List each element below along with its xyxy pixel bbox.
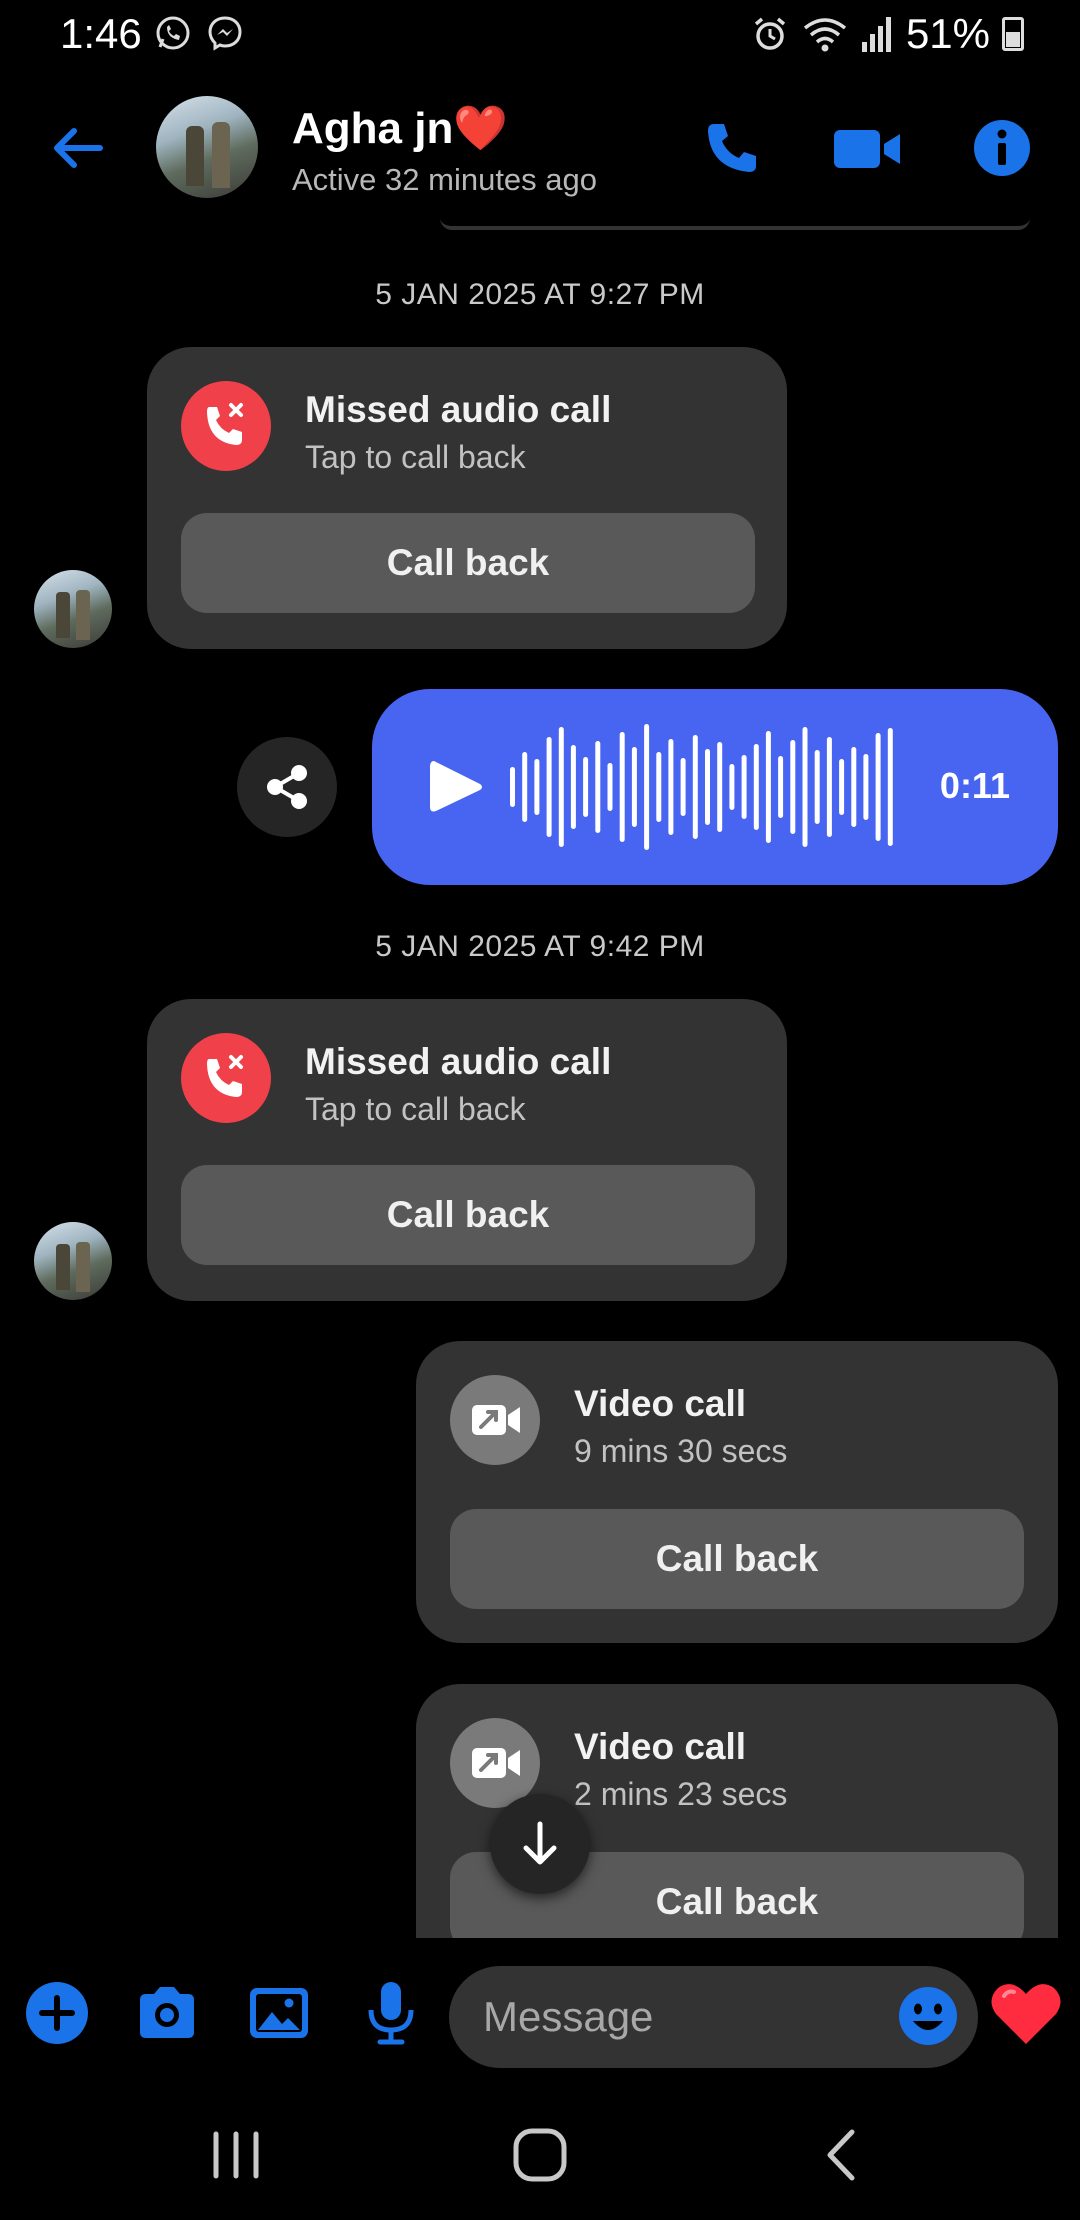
system-navigation-bar <box>0 2088 1080 2220</box>
message-input-container[interactable] <box>449 1966 978 2068</box>
back-arrow-icon[interactable] <box>46 116 110 180</box>
status-time: 1:46 <box>60 10 142 57</box>
waveform-bar <box>692 735 698 839</box>
home-icon[interactable] <box>500 2120 580 2190</box>
contact-avatar-small[interactable] <box>34 1222 112 1300</box>
play-icon[interactable] <box>426 757 486 817</box>
waveform-bar <box>534 759 540 815</box>
call-title: Missed audio call <box>305 389 612 430</box>
contact-name-text: Agha jn <box>292 104 454 153</box>
messenger-icon <box>208 16 242 51</box>
waveform-bar <box>595 741 601 833</box>
gallery-icon[interactable] <box>244 1978 314 2048</box>
waveform-bar <box>680 758 686 816</box>
arrow-down-icon <box>523 1821 557 1865</box>
waveform-bar <box>668 739 674 835</box>
share-icon <box>267 765 307 809</box>
waveform-bar <box>522 752 528 822</box>
wifi-icon <box>803 18 847 52</box>
missed-call-icon <box>181 381 271 471</box>
waveform-bar <box>619 732 625 842</box>
waveform-bar <box>753 744 759 830</box>
camera-icon[interactable] <box>132 1978 202 2048</box>
waveform-bar <box>765 731 771 843</box>
scroll-to-bottom-button[interactable] <box>490 1794 590 1894</box>
alarm-icon <box>754 17 786 50</box>
conversation-header: Agha jn❤️ Active 32 minutes ago <box>0 72 1080 222</box>
waveform-bar <box>790 740 796 834</box>
missed-call-icon <box>181 1033 271 1123</box>
call-duration: 9 mins 30 secs <box>574 1433 788 1469</box>
previous-message-edge <box>440 218 1030 230</box>
waveform-bar <box>510 767 515 807</box>
waveform-bar <box>558 727 564 847</box>
waveform-bar <box>802 727 808 847</box>
video-call-icon <box>450 1375 540 1465</box>
waveform-bar <box>656 752 662 822</box>
waveform-bar <box>570 745 576 829</box>
waveform-bar <box>887 728 893 846</box>
waveform-bar <box>778 756 784 818</box>
voice-message-bubble[interactable]: 0:11 <box>372 689 1058 885</box>
battery-icon <box>1002 17 1024 51</box>
waveform-bar <box>717 742 723 832</box>
video-camera-icon[interactable] <box>832 116 904 180</box>
waveform-bar <box>875 733 881 841</box>
video-call-card: Video call 9 mins 30 secs Call back <box>416 1341 1058 1643</box>
missed-call-card: Missed audio call Tap to call back Call … <box>147 347 787 649</box>
waveform-bar <box>607 763 613 811</box>
contact-status: Active 32 minutes ago <box>292 162 598 197</box>
waveform-bar <box>826 737 832 837</box>
waveform-bar <box>814 750 820 824</box>
contact-avatar-small[interactable] <box>34 570 112 648</box>
timestamp: 5 JAN 2025 AT 9:42 PM <box>375 930 705 963</box>
heart-icon[interactable] <box>988 1978 1064 2048</box>
waveform-bar <box>705 749 710 825</box>
missed-call-card: Missed audio call Tap to call back Call … <box>147 999 787 1301</box>
message-composer <box>0 1938 1080 2088</box>
call-back-button[interactable]: Call back <box>181 513 755 613</box>
message-input[interactable] <box>483 1966 883 2068</box>
phone-icon[interactable] <box>700 116 764 180</box>
contact-avatar[interactable] <box>156 96 258 198</box>
share-button[interactable] <box>237 737 337 837</box>
waveform-bar <box>851 747 857 827</box>
waveform-bar <box>863 754 869 820</box>
recents-icon[interactable] <box>196 2120 276 2190</box>
call-duration: 2 mins 23 secs <box>574 1776 788 1812</box>
back-icon[interactable] <box>802 2120 882 2190</box>
call-subtitle: Tap to call back <box>305 1091 526 1127</box>
emoji-icon[interactable] <box>896 1984 960 2048</box>
voice-duration: 0:11 <box>939 765 1010 806</box>
call-title: Video call <box>574 1383 747 1424</box>
waveform-bar <box>644 724 650 850</box>
microphone-icon[interactable] <box>356 1978 426 2048</box>
waveform-bar <box>839 759 845 815</box>
waveform-bar <box>583 757 589 817</box>
whatsapp-icon <box>156 16 190 50</box>
info-icon[interactable] <box>970 116 1034 180</box>
call-back-button[interactable]: Call back <box>450 1509 1024 1609</box>
call-title: Missed audio call <box>305 1041 612 1082</box>
heart-emoji: ❤️ <box>453 104 509 153</box>
call-title: Video call <box>574 1726 747 1767</box>
audio-waveform[interactable] <box>508 719 898 855</box>
waveform-bar <box>741 755 747 819</box>
signal-icon <box>861 17 891 52</box>
plus-icon[interactable] <box>22 1978 92 2048</box>
waveform-bar <box>546 737 552 837</box>
call-subtitle: Tap to call back <box>305 439 526 475</box>
waveform-bar <box>729 764 735 810</box>
status-bar: 1:46 51% <box>0 0 1080 72</box>
contact-name[interactable]: Agha jn❤️ <box>292 102 508 154</box>
call-back-button[interactable]: Call back <box>181 1165 755 1265</box>
timestamp: 5 JAN 2025 AT 9:27 PM <box>375 278 705 311</box>
waveform-bar <box>631 747 637 827</box>
battery-percent: 51% <box>905 10 990 57</box>
